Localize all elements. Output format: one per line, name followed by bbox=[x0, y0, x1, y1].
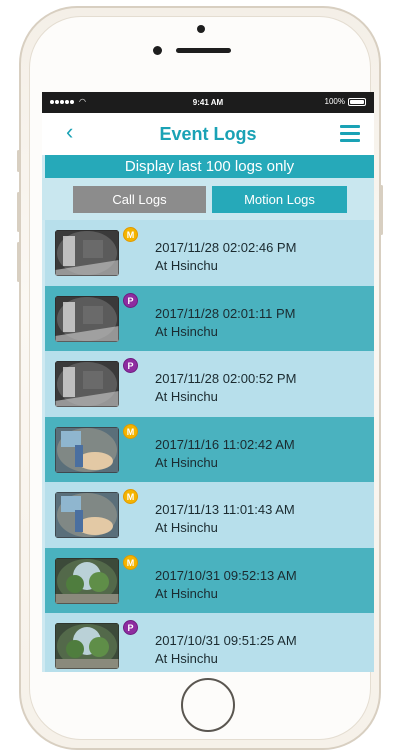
event-location: At Hsinchu bbox=[155, 258, 218, 273]
event-snapshot-thumbnail[interactable] bbox=[55, 426, 119, 473]
event-snapshot-thumbnail[interactable] bbox=[55, 361, 119, 407]
event-snapshot-thumbnail[interactable] bbox=[55, 623, 119, 669]
list-item[interactable]: M 2017/11/16 11:02:42 AM At Hsinchu bbox=[45, 416, 374, 483]
people-badge-icon: P bbox=[123, 292, 138, 308]
front-camera bbox=[197, 25, 205, 33]
battery-indicator: 100% bbox=[325, 97, 366, 106]
earpiece-speaker bbox=[176, 48, 231, 53]
event-location: At Hsinchu bbox=[155, 323, 218, 339]
tab-motion-logs[interactable]: Motion Logs bbox=[212, 186, 347, 213]
motion-badge-icon: M bbox=[123, 489, 138, 504]
tab-call-logs[interactable]: Call Logs bbox=[73, 186, 206, 213]
volume-down-button bbox=[17, 242, 20, 282]
event-datetime: 2017/11/16 11:02:42 AM bbox=[155, 436, 295, 452]
motion-badge-icon: M bbox=[123, 423, 138, 439]
event-location: At Hsinchu bbox=[155, 389, 218, 404]
list-item[interactable]: P 2017/10/31 09:51:25 AM At Hsinchu bbox=[45, 613, 374, 672]
battery-percent: 100% bbox=[324, 97, 345, 106]
battery-icon bbox=[348, 97, 366, 106]
list-item[interactable]: P 2017/11/28 02:01:11 PM At Hsinchu bbox=[45, 285, 374, 352]
proximity-sensor bbox=[153, 46, 162, 55]
log-type-tabs: Call Logs Motion Logs bbox=[42, 178, 374, 220]
app-screen: ◠ 9:41 AM 100% ‹ Event Logs Display last… bbox=[42, 92, 374, 672]
motion-badge-icon: M bbox=[123, 554, 138, 570]
event-snapshot-thumbnail[interactable] bbox=[55, 492, 119, 538]
list-item[interactable]: P 2017/11/28 02:00:52 PM At Hsinchu bbox=[45, 351, 374, 417]
mute-switch bbox=[17, 150, 20, 172]
event-snapshot-thumbnail[interactable] bbox=[55, 295, 119, 342]
event-location: At Hsinchu bbox=[155, 585, 218, 601]
people-badge-icon: P bbox=[123, 620, 138, 635]
event-location: At Hsinchu bbox=[155, 520, 218, 535]
event-datetime: 2017/11/13 11:01:43 AM bbox=[155, 502, 295, 517]
event-location: At Hsinchu bbox=[155, 454, 218, 470]
list-item[interactable]: M 2017/11/13 11:01:43 AM At Hsinchu bbox=[45, 482, 374, 548]
event-datetime: 2017/11/28 02:01:11 PM bbox=[155, 305, 296, 321]
event-snapshot-thumbnail[interactable] bbox=[55, 230, 119, 276]
power-button bbox=[380, 185, 383, 235]
people-badge-icon: P bbox=[123, 358, 138, 373]
hamburger-menu-icon[interactable] bbox=[340, 125, 360, 143]
volume-up-button bbox=[17, 192, 20, 232]
event-snapshot-thumbnail[interactable] bbox=[55, 557, 119, 604]
event-datetime: 2017/11/28 02:00:52 PM bbox=[155, 371, 297, 386]
event-location: At Hsinchu bbox=[155, 651, 218, 666]
event-datetime: 2017/10/31 09:51:25 AM bbox=[155, 633, 297, 648]
log-limit-banner: Display last 100 logs only bbox=[45, 155, 374, 178]
event-datetime: 2017/10/31 09:52:13 AM bbox=[155, 567, 297, 583]
motion-badge-icon: M bbox=[123, 227, 138, 242]
list-item[interactable]: M 2017/11/28 02:02:46 PM At Hsinchu bbox=[45, 220, 374, 286]
list-item[interactable]: M 2017/10/31 09:52:13 AM At Hsinchu bbox=[45, 547, 374, 614]
nav-bar: ‹ Event Logs bbox=[42, 113, 374, 155]
page-title: Event Logs bbox=[159, 124, 257, 144]
event-datetime: 2017/11/28 02:02:46 PM bbox=[155, 240, 297, 255]
status-bar: ◠ 9:41 AM 100% bbox=[42, 92, 374, 113]
home-button[interactable] bbox=[181, 678, 235, 732]
